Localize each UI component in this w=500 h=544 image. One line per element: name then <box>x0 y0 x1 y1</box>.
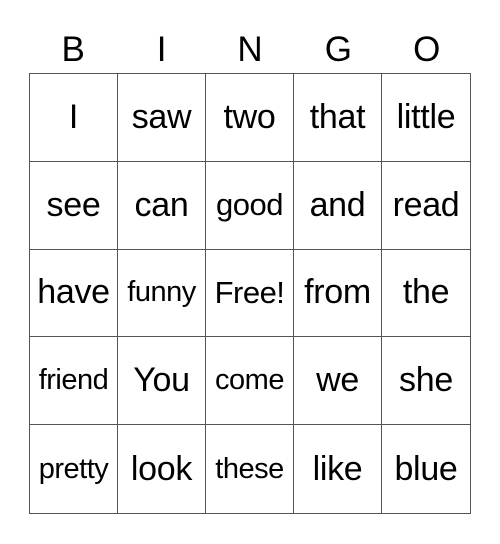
header-letter-o: O <box>413 30 441 69</box>
bingo-cell[interactable]: I <box>30 74 118 162</box>
bingo-cell[interactable]: have <box>30 249 118 338</box>
bingo-cell[interactable]: these <box>206 425 294 513</box>
bingo-cell[interactable]: she <box>382 337 470 426</box>
bingo-cell[interactable]: pretty <box>30 425 118 513</box>
bingo-cell[interactable]: saw <box>118 74 206 162</box>
bingo-cell[interactable]: two <box>206 74 294 162</box>
bingo-card-grid: I saw two that little see can good and r… <box>29 73 471 514</box>
bingo-cell[interactable]: the <box>382 250 470 338</box>
bingo-cell[interactable]: good <box>206 161 294 250</box>
bingo-cell[interactable]: read <box>382 162 470 250</box>
bingo-cell[interactable]: and <box>294 161 382 250</box>
bingo-header: B I N G O <box>29 30 471 70</box>
bingo-cell[interactable]: we <box>294 337 382 426</box>
bingo-cell[interactable]: come <box>206 337 294 426</box>
bingo-cell[interactable]: look <box>118 425 206 513</box>
bingo-cell[interactable]: from <box>294 249 382 338</box>
header-letter-b: B <box>61 30 85 69</box>
bingo-cell[interactable]: funny <box>118 249 206 338</box>
header-letter-i: I <box>156 30 167 69</box>
free-space-cell[interactable]: Free! <box>206 249 294 338</box>
bingo-cell[interactable]: little <box>382 74 470 162</box>
bingo-cell[interactable]: that <box>294 74 382 162</box>
bingo-cell[interactable]: can <box>118 161 206 250</box>
bingo-cell[interactable]: see <box>30 161 118 250</box>
bingo-cell[interactable]: friend <box>30 337 118 426</box>
bingo-cell[interactable]: like <box>294 425 382 513</box>
bingo-cell[interactable]: You <box>118 337 206 426</box>
header-letter-g: G <box>324 30 352 69</box>
header-letter-n: N <box>237 30 263 69</box>
bingo-cell[interactable]: blue <box>382 425 470 513</box>
